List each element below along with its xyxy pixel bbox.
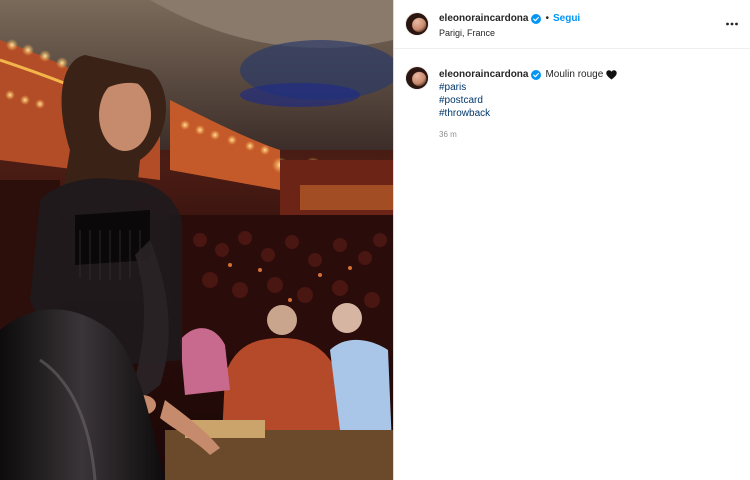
hashtag-link[interactable]: #throwback: [439, 107, 739, 120]
hashtag-link[interactable]: #postcard: [439, 94, 739, 107]
caption-text: Moulin rouge: [545, 69, 604, 80]
caption-username-link[interactable]: eleonoraincardona: [439, 68, 528, 81]
moulin-rouge-photo: [0, 0, 393, 480]
avatar[interactable]: [405, 12, 429, 36]
black-heart-icon: [606, 69, 617, 80]
post-photo[interactable]: [0, 0, 393, 480]
post-timestamp[interactable]: 36 m: [439, 130, 457, 139]
separator-dot: •: [545, 13, 549, 24]
username-link[interactable]: eleonoraincardona: [439, 13, 528, 24]
location-link[interactable]: Parigi, France: [439, 28, 495, 38]
verified-badge-icon: [531, 69, 542, 80]
caption-first-line: eleonoraincardona Moulin rouge: [439, 68, 739, 81]
verified-badge-icon: [531, 13, 542, 24]
hashtag-link[interactable]: #paris: [439, 81, 739, 94]
caption-body: eleonoraincardona Moulin rouge #paris #p…: [439, 68, 739, 120]
caption-avatar[interactable]: [405, 66, 429, 90]
more-options-icon[interactable]: [726, 18, 738, 30]
follow-button[interactable]: Segui: [553, 13, 580, 24]
post-side-panel: eleonoraincardona • Segui Parigi, France…: [394, 0, 750, 480]
header-user-line: eleonoraincardona • Segui: [439, 13, 580, 24]
post-header: eleonoraincardona • Segui Parigi, France: [394, 0, 750, 49]
